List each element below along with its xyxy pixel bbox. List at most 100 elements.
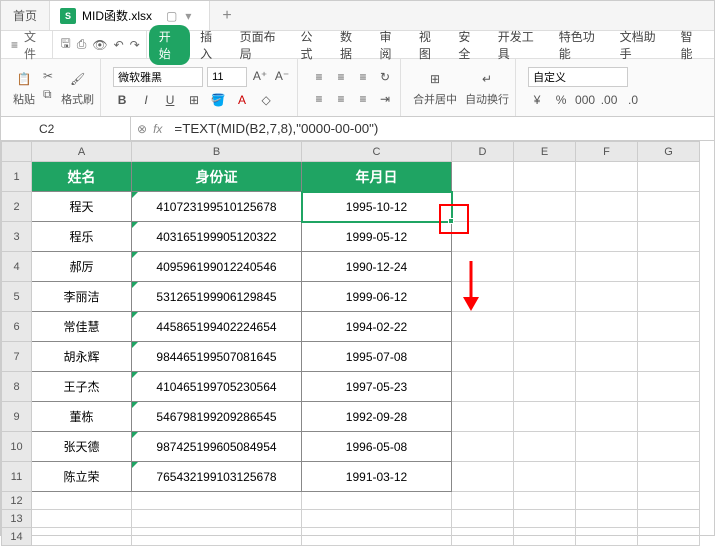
cell[interactable] xyxy=(576,432,638,462)
cell[interactable]: 张天德 xyxy=(32,432,132,462)
cell[interactable]: 李丽洁 xyxy=(32,282,132,312)
cell[interactable]: 409596199012240546 xyxy=(132,252,302,282)
cell[interactable] xyxy=(576,282,638,312)
cell[interactable] xyxy=(452,222,514,252)
fx-icon[interactable]: fx xyxy=(153,122,162,136)
cell[interactable]: 1999-06-12 xyxy=(302,282,452,312)
cell[interactable]: 1990-12-24 xyxy=(302,252,452,282)
cell[interactable] xyxy=(638,162,700,192)
cell[interactable] xyxy=(452,252,514,282)
underline-button[interactable]: U xyxy=(161,91,179,109)
comma-icon[interactable]: 000 xyxy=(576,91,594,109)
sync-icon[interactable]: ▢ xyxy=(166,9,177,23)
cell[interactable] xyxy=(514,432,576,462)
paste-button[interactable]: 📋 粘贴 xyxy=(13,69,35,107)
row-header[interactable]: 6 xyxy=(2,312,32,342)
cell[interactable]: 常佳慧 xyxy=(32,312,132,342)
cell[interactable] xyxy=(638,222,700,252)
cell[interactable]: 年月日 xyxy=(302,162,452,192)
col-header-C[interactable]: C xyxy=(302,142,452,162)
name-box[interactable]: C2 xyxy=(31,117,131,140)
cell[interactable] xyxy=(452,372,514,402)
cell[interactable]: 410465199705230564 xyxy=(132,372,302,402)
align-right-icon[interactable]: ≡ xyxy=(354,90,372,108)
selected-cell[interactable]: 1995-10-12 xyxy=(302,192,452,222)
increase-decimal-icon[interactable]: .00 xyxy=(600,91,618,109)
font-name-select[interactable] xyxy=(113,67,203,87)
cell[interactable] xyxy=(452,462,514,492)
cell[interactable] xyxy=(452,402,514,432)
cell[interactable] xyxy=(32,492,132,510)
cell[interactable]: 410723199510125678 xyxy=(132,192,302,222)
cell[interactable] xyxy=(452,510,514,528)
cell[interactable] xyxy=(576,528,638,546)
cell[interactable] xyxy=(638,402,700,432)
redo-icon[interactable]: ↷ xyxy=(130,38,140,52)
cell[interactable]: 姓名 xyxy=(32,162,132,192)
cut-icon[interactable]: ✂ xyxy=(43,69,53,83)
dropdown-icon[interactable]: ▾ xyxy=(185,9,191,23)
row-header[interactable]: 11 xyxy=(2,462,32,492)
cell[interactable] xyxy=(514,192,576,222)
row-header[interactable]: 10 xyxy=(2,432,32,462)
col-header-E[interactable]: E xyxy=(514,142,576,162)
cell[interactable] xyxy=(638,432,700,462)
cell[interactable] xyxy=(514,372,576,402)
cell[interactable] xyxy=(576,222,638,252)
cell[interactable] xyxy=(514,162,576,192)
cell[interactable] xyxy=(452,312,514,342)
fill-color-button[interactable]: 🪣 xyxy=(209,91,227,109)
cell[interactable] xyxy=(638,462,700,492)
formula-input[interactable] xyxy=(168,117,714,140)
cell[interactable] xyxy=(576,372,638,402)
cell[interactable]: 531265199906129845 xyxy=(132,282,302,312)
cell[interactable]: 546798199209286545 xyxy=(132,402,302,432)
save-icon[interactable]: 🖫 xyxy=(61,34,71,55)
cell[interactable] xyxy=(514,252,576,282)
italic-button[interactable]: I xyxy=(137,91,155,109)
menu-icon[interactable]: ≡ xyxy=(11,38,18,52)
align-top-icon[interactable]: ≡ xyxy=(310,68,328,86)
cell[interactable]: 郝厉 xyxy=(32,252,132,282)
bold-button[interactable]: B xyxy=(113,91,131,109)
row-header[interactable]: 12 xyxy=(2,492,32,510)
cell[interactable] xyxy=(514,462,576,492)
cell[interactable] xyxy=(32,528,132,546)
cell[interactable] xyxy=(576,312,638,342)
cell[interactable]: 765432199103125678 xyxy=(132,462,302,492)
cell[interactable] xyxy=(514,282,576,312)
cell[interactable]: 445865199402224654 xyxy=(132,312,302,342)
cell[interactable] xyxy=(452,282,514,312)
cell[interactable] xyxy=(638,492,700,510)
add-tab-button[interactable]: + xyxy=(210,7,243,25)
align-center-icon[interactable]: ≡ xyxy=(332,90,350,108)
cell[interactable]: 1999-05-12 xyxy=(302,222,452,252)
undo-icon[interactable]: ↶ xyxy=(114,38,124,52)
cell[interactable] xyxy=(514,492,576,510)
cell[interactable]: 程天 xyxy=(32,192,132,222)
cell[interactable] xyxy=(452,528,514,546)
increase-font-icon[interactable]: A⁺ xyxy=(251,67,269,85)
decrease-decimal-icon[interactable]: .0 xyxy=(624,91,642,109)
cell[interactable]: 陈立荣 xyxy=(32,462,132,492)
cell[interactable] xyxy=(514,222,576,252)
row-header[interactable]: 7 xyxy=(2,342,32,372)
cell[interactable] xyxy=(514,342,576,372)
cell[interactable] xyxy=(514,528,576,546)
cell[interactable]: 王子杰 xyxy=(32,372,132,402)
cell[interactable] xyxy=(638,282,700,312)
align-bottom-icon[interactable]: ≡ xyxy=(354,68,372,86)
cell[interactable]: 胡永辉 xyxy=(32,342,132,372)
cell[interactable] xyxy=(132,492,302,510)
align-left-icon[interactable]: ≡ xyxy=(310,90,328,108)
row-header[interactable]: 3 xyxy=(2,222,32,252)
cell[interactable]: 1997-05-23 xyxy=(302,372,452,402)
cell[interactable]: 程乐 xyxy=(32,222,132,252)
file-menu[interactable]: 文件 xyxy=(24,28,46,62)
border-button[interactable]: ⊞ xyxy=(185,91,203,109)
cell[interactable] xyxy=(514,312,576,342)
col-header-A[interactable]: A xyxy=(32,142,132,162)
cell[interactable] xyxy=(576,462,638,492)
row-header[interactable]: 5 xyxy=(2,282,32,312)
col-header-F[interactable]: F xyxy=(576,142,638,162)
